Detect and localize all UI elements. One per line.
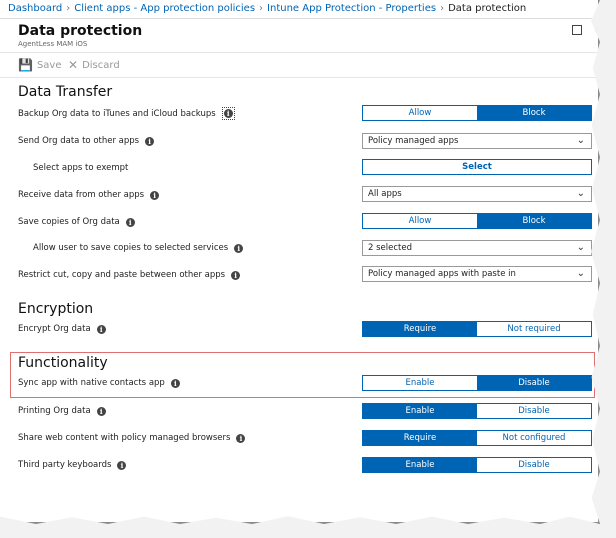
breadcrumb-dashboard[interactable]: Dashboard (8, 3, 62, 14)
divider (0, 52, 600, 53)
section-encryption: Encryption (18, 301, 94, 317)
encrypt-toggle[interactable]: Require Not required (362, 321, 592, 337)
info-icon[interactable]: i (125, 217, 135, 227)
share-web-not-configured-option[interactable]: Not configured (477, 431, 591, 445)
maximize-icon[interactable] (572, 25, 582, 35)
receive-label-text: Receive data from other apps (18, 190, 145, 200)
receive-value: All apps (368, 189, 402, 199)
keyboards-label: Third party keyboards i (18, 460, 127, 470)
sync-label-text: Sync app with native contacts app (18, 378, 165, 388)
breadcrumb-current: Data protection (448, 3, 527, 14)
chevron-right-icon: › (440, 3, 445, 14)
encrypt-label-text: Encrypt Org data (18, 324, 91, 334)
info-icon-focus[interactable]: i (221, 107, 235, 120)
info-icon[interactable]: i (117, 460, 127, 470)
breadcrumb-client-apps[interactable]: Client apps - App protection policies (74, 3, 255, 14)
divider (0, 18, 600, 19)
page-subtitle: AgentLess MAM iOS (18, 40, 88, 48)
page-title: Data protection (18, 23, 143, 39)
keyboards-disable-option[interactable]: Disable (477, 458, 591, 472)
save-copies-label-text: Save copies of Org data (18, 217, 120, 227)
info-icon[interactable]: i (236, 433, 246, 443)
keyboards-enable-option[interactable]: Enable (363, 458, 477, 472)
info-icon[interactable]: i (150, 190, 160, 200)
receive-dropdown[interactable]: All apps ⌄ (362, 186, 592, 202)
keyboards-label-text: Third party keyboards (18, 460, 112, 470)
save-copies-allow-option[interactable]: Allow (363, 214, 477, 228)
sync-enable-option[interactable]: Enable (363, 376, 477, 390)
printing-enable-option[interactable]: Enable (363, 404, 477, 418)
discard-icon: ✕ (68, 58, 79, 72)
discard-button[interactable]: ✕ Discard (68, 58, 120, 72)
restrict-dropdown[interactable]: Policy managed apps with paste in ⌄ (362, 266, 592, 282)
printing-label: Printing Org data i (18, 406, 106, 416)
chevron-down-icon: ⌄ (576, 188, 585, 199)
share-web-toggle[interactable]: Require Not configured (362, 430, 592, 446)
send-dropdown[interactable]: Policy managed apps ⌄ (362, 133, 592, 149)
chevron-right-icon: › (66, 3, 71, 14)
info-icon[interactable]: i (96, 324, 106, 334)
info-icon[interactable]: i (96, 406, 106, 416)
save-button[interactable]: 💾 Save (18, 58, 62, 72)
sync-toggle[interactable]: Enable Disable (362, 375, 592, 391)
info-icon[interactable]: i (145, 136, 155, 146)
info-icon[interactable]: i (234, 243, 244, 253)
printing-label-text: Printing Org data (18, 406, 91, 416)
encrypt-require-option[interactable]: Require (363, 322, 477, 336)
section-functionality: Functionality (18, 355, 108, 371)
save-copies-label: Save copies of Org data i (18, 217, 135, 227)
backup-label: Backup Org data to iTunes and iCloud bac… (18, 107, 235, 120)
chevron-down-icon: ⌄ (576, 135, 585, 146)
printing-toggle[interactable]: Enable Disable (362, 403, 592, 419)
section-data-transfer: Data Transfer (18, 84, 113, 100)
encrypt-not-required-option[interactable]: Not required (477, 322, 591, 336)
share-web-label-text: Share web content with policy managed br… (18, 433, 231, 443)
allow-save-label: Allow user to save copies to selected se… (33, 243, 244, 253)
breadcrumb: Dashboard › Client apps - App protection p… (8, 3, 526, 14)
send-label-text: Send Org data to other apps (18, 136, 140, 146)
restrict-value: Policy managed apps with paste in (368, 269, 516, 279)
discard-label: Discard (82, 59, 120, 71)
save-copies-block-option[interactable]: Block (477, 214, 591, 228)
backup-label-text: Backup Org data to iTunes and iCloud bac… (18, 108, 216, 119)
send-value: Policy managed apps (368, 136, 459, 146)
allow-save-dropdown[interactable]: 2 selected ⌄ (362, 240, 592, 256)
printing-disable-option[interactable]: Disable (477, 404, 591, 418)
restrict-label-text: Restrict cut, copy and paste between oth… (18, 270, 226, 280)
save-copies-toggle[interactable]: Allow Block (362, 213, 592, 229)
allow-save-label-text: Allow user to save copies to selected se… (33, 243, 229, 253)
send-label: Send Org data to other apps i (18, 136, 155, 146)
info-icon[interactable]: i (231, 270, 241, 280)
chevron-down-icon: ⌄ (576, 242, 585, 253)
save-icon: 💾 (18, 58, 33, 72)
select-apps-button[interactable]: Select (362, 159, 592, 175)
breadcrumb-properties[interactable]: Intune App Protection - Properties (267, 3, 436, 14)
info-icon[interactable]: i (170, 378, 180, 388)
exempt-label-text: Select apps to exempt (33, 163, 129, 173)
info-icon: i (223, 109, 233, 118)
backup-allow-option[interactable]: Allow (363, 106, 477, 120)
backup-toggle[interactable]: Allow Block (362, 105, 592, 121)
chevron-down-icon: ⌄ (576, 268, 585, 279)
divider (0, 77, 600, 78)
close-icon[interactable]: ✕ (593, 20, 600, 36)
sync-disable-option[interactable]: Disable (477, 376, 591, 390)
save-label: Save (36, 59, 62, 71)
restrict-label: Restrict cut, copy and paste between oth… (18, 270, 241, 280)
allow-save-value: 2 selected (368, 243, 412, 253)
encrypt-label: Encrypt Org data i (18, 324, 106, 334)
blade-panel: Dashboard › Client apps - App protection p… (0, 0, 600, 524)
chevron-right-icon: › (259, 3, 264, 14)
receive-label: Receive data from other apps i (18, 190, 160, 200)
keyboards-toggle[interactable]: Enable Disable (362, 457, 592, 473)
share-web-require-option[interactable]: Require (363, 431, 477, 445)
sync-label: Sync app with native contacts app i (18, 378, 180, 388)
backup-block-option[interactable]: Block (477, 106, 591, 120)
share-web-label: Share web content with policy managed br… (18, 433, 246, 443)
exempt-label: Select apps to exempt (33, 163, 128, 173)
